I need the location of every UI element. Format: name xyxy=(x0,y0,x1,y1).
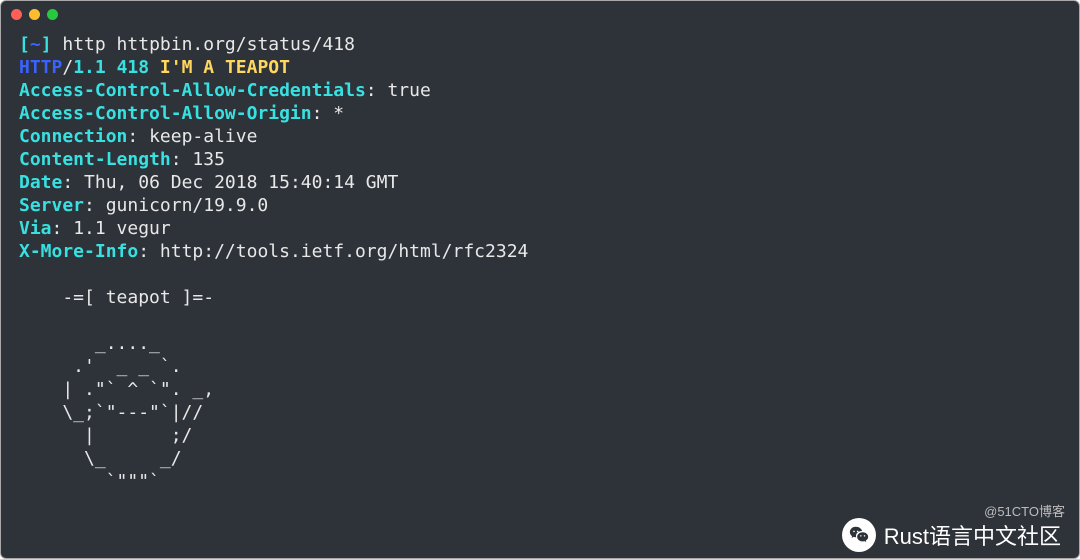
header-value: keep-alive xyxy=(149,126,257,147)
wechat-icon xyxy=(842,518,876,552)
terminal-window: [~] http httpbin.org/status/418 HTTP/1.1… xyxy=(0,0,1080,559)
http-protocol: HTTP xyxy=(19,57,62,78)
http-slash: / xyxy=(62,57,73,78)
header-name: Date xyxy=(19,172,62,193)
close-icon[interactable] xyxy=(11,9,22,20)
header-value: 1.1 vegur xyxy=(73,218,171,239)
header-value: Thu, 06 Dec 2018 15:40:14 GMT xyxy=(84,172,398,193)
header-name: Access-Control-Allow-Origin xyxy=(19,103,312,124)
http-version: 1.1 xyxy=(73,57,106,78)
brand-badge: Rust语言中文社区 xyxy=(842,518,1061,552)
header-name: Via xyxy=(19,218,52,239)
header-value: http://tools.ietf.org/html/rfc2324 xyxy=(160,241,528,262)
header-value: 135 xyxy=(192,149,225,170)
response-body-art: -=[ teapot ]=- _...._ .' _ _ `. | ."` ^ … xyxy=(19,287,214,492)
header-name: X-More-Info xyxy=(19,241,138,262)
http-code: 418 xyxy=(117,57,150,78)
header-value: true xyxy=(387,80,430,101)
header-name: Server xyxy=(19,195,84,216)
brand-text: Rust语言中文社区 xyxy=(884,519,1061,551)
terminal-output: [~] http httpbin.org/status/418 HTTP/1.1… xyxy=(19,33,1061,493)
minimize-icon[interactable] xyxy=(29,9,40,20)
header-value: gunicorn/19.9.0 xyxy=(106,195,269,216)
http-reason: I'M A TEAPOT xyxy=(160,57,290,78)
header-name: Connection xyxy=(19,126,127,147)
header-name: Access-Control-Allow-Credentials xyxy=(19,80,366,101)
zoom-icon[interactable] xyxy=(47,9,58,20)
prompt-bracket-close: ] xyxy=(41,34,52,55)
command-text: http httpbin.org/status/418 xyxy=(62,34,355,55)
prompt-cwd: ~ xyxy=(30,34,41,55)
header-name: Content-Length xyxy=(19,149,171,170)
prompt-bracket-open: [ xyxy=(19,34,30,55)
window-controls xyxy=(11,9,58,20)
header-value: * xyxy=(333,103,344,124)
